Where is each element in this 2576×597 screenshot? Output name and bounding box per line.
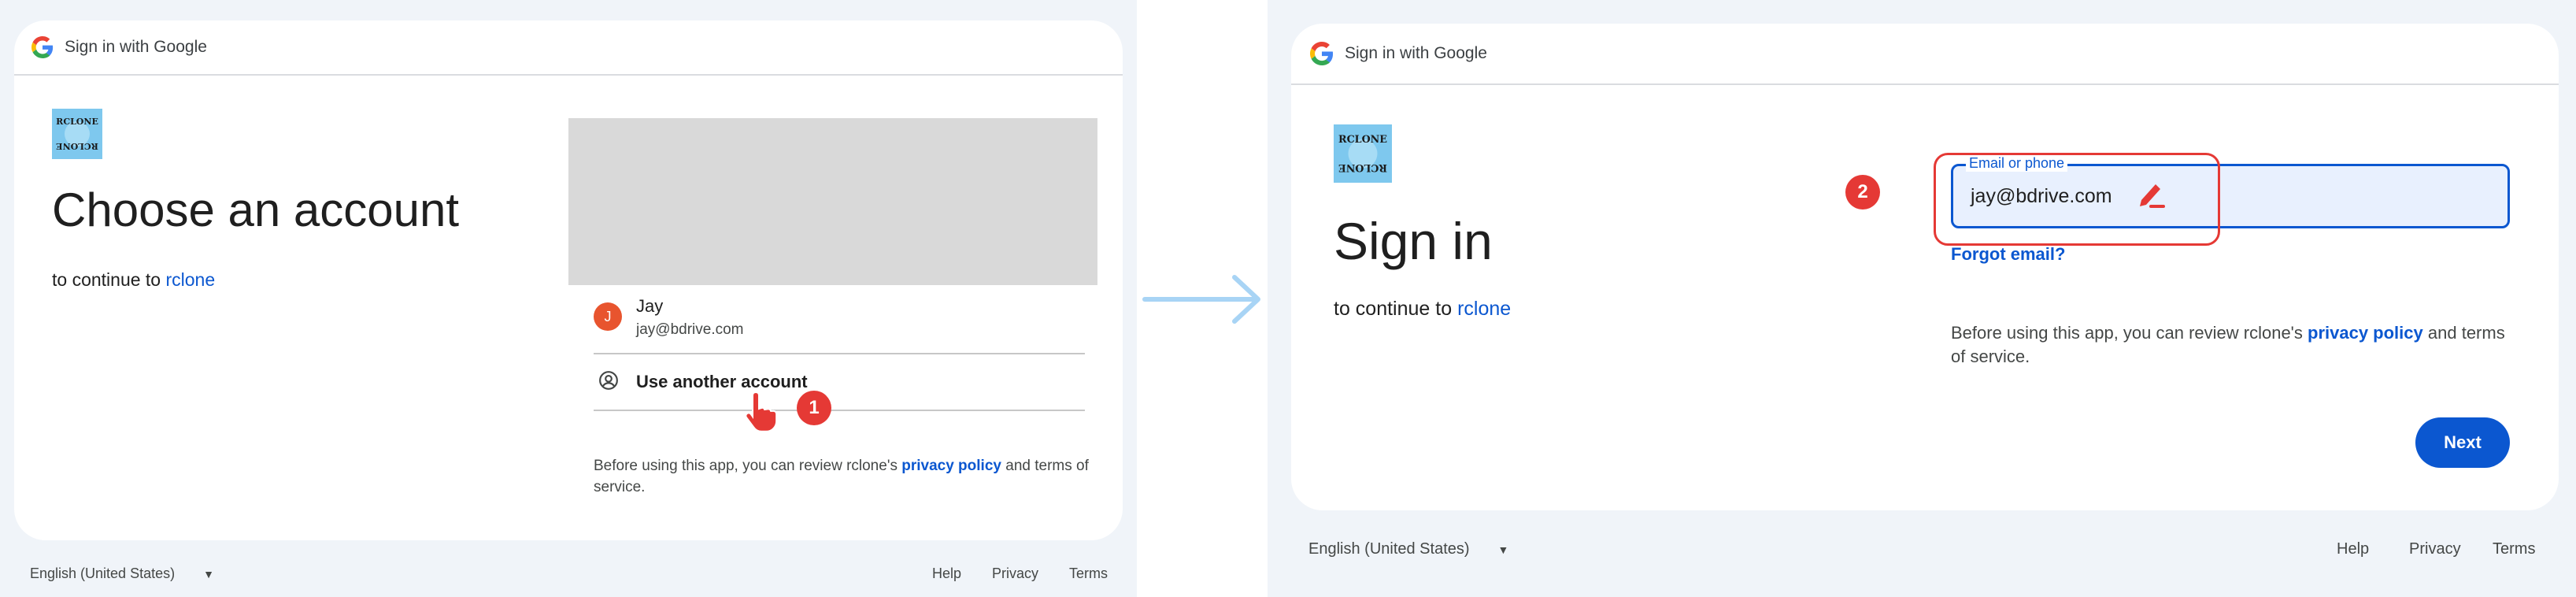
continue-to-text: to continue to rclone xyxy=(1334,298,1511,321)
language-label: English (United States) xyxy=(1308,540,1470,558)
chevron-down-icon: ▼ xyxy=(1497,543,1509,556)
page-title: Choose an account xyxy=(52,184,460,236)
divider xyxy=(594,353,1085,354)
email-field-highlight xyxy=(1934,153,2220,246)
app-name-link[interactable]: rclone xyxy=(166,269,216,290)
avatar: J xyxy=(594,302,622,331)
footer-terms-link[interactable]: Terms xyxy=(2493,540,2535,558)
step-badge-1: 1 xyxy=(797,391,831,425)
privacy-policy-link[interactable]: privacy policy xyxy=(2308,323,2423,343)
google-logo-icon xyxy=(31,36,54,58)
language-selector[interactable]: English (United States) ▼ xyxy=(30,565,214,582)
google-logo-icon xyxy=(1310,42,1334,65)
placeholder-banner xyxy=(568,118,1097,285)
transition-arrow-icon xyxy=(1142,275,1260,324)
disclaimer-prefix: Before using this app, you can review rc… xyxy=(594,458,898,474)
account-email: jay@bdrive.com xyxy=(636,321,744,338)
continue-prefix: to continue to xyxy=(52,269,161,290)
card-header: Sign in with Google xyxy=(1291,24,2559,85)
privacy-policy-link[interactable]: privacy policy xyxy=(901,458,1001,474)
continue-to-text: to continue to rclone xyxy=(52,269,215,291)
rclone-logo-icon: RCLONE RCLONE xyxy=(52,109,102,159)
forgot-email-link[interactable]: Forgot email? xyxy=(1951,244,2065,265)
disclaimer-text: Before using this app, you can review rc… xyxy=(1951,321,2518,369)
header-title: Sign in with Google xyxy=(65,38,207,56)
footer-help-link[interactable]: Help xyxy=(2337,540,2369,558)
disclaimer-prefix: Before using this app, you can review rc… xyxy=(1951,323,2303,343)
account-item-jay[interactable]: J Jay jay@bdrive.com xyxy=(594,293,1085,351)
svg-text:RCLONE: RCLONE xyxy=(1338,162,1387,174)
footer-help-link[interactable]: Help xyxy=(932,565,961,582)
use-another-account-label: Use another account xyxy=(636,372,808,391)
svg-text:RCLONE: RCLONE xyxy=(56,117,98,127)
disclaimer-text: Before using this app, you can review rc… xyxy=(594,455,1090,498)
account-name: Jay xyxy=(636,296,664,316)
pointer-hand-icon xyxy=(745,391,778,432)
footer-terms-link[interactable]: Terms xyxy=(1069,565,1108,582)
footer-privacy-link[interactable]: Privacy xyxy=(992,565,1038,582)
use-another-account-item[interactable]: Use another account xyxy=(594,361,1085,405)
language-label: English (United States) xyxy=(30,565,176,581)
app-name-link[interactable]: rclone xyxy=(1457,298,1511,320)
step-badge-2: 2 xyxy=(1845,175,1880,210)
card-header: Sign in with Google xyxy=(14,20,1123,76)
continue-prefix: to continue to xyxy=(1334,298,1453,320)
language-selector[interactable]: English (United States) ▼ xyxy=(1308,540,1508,558)
rclone-logo-icon: RCLONE RCLONE xyxy=(1334,124,1392,183)
divider xyxy=(594,410,1085,411)
header-title: Sign in with Google xyxy=(1345,44,1487,62)
footer-privacy-link[interactable]: Privacy xyxy=(2409,540,2461,558)
next-button[interactable]: Next xyxy=(2415,417,2510,468)
page-title: Sign in xyxy=(1334,212,1493,270)
svg-text:RCLONE: RCLONE xyxy=(56,141,98,151)
account-circle-icon xyxy=(599,371,618,390)
svg-text:RCLONE: RCLONE xyxy=(1338,133,1387,145)
chevron-down-icon: ▼ xyxy=(203,567,214,580)
